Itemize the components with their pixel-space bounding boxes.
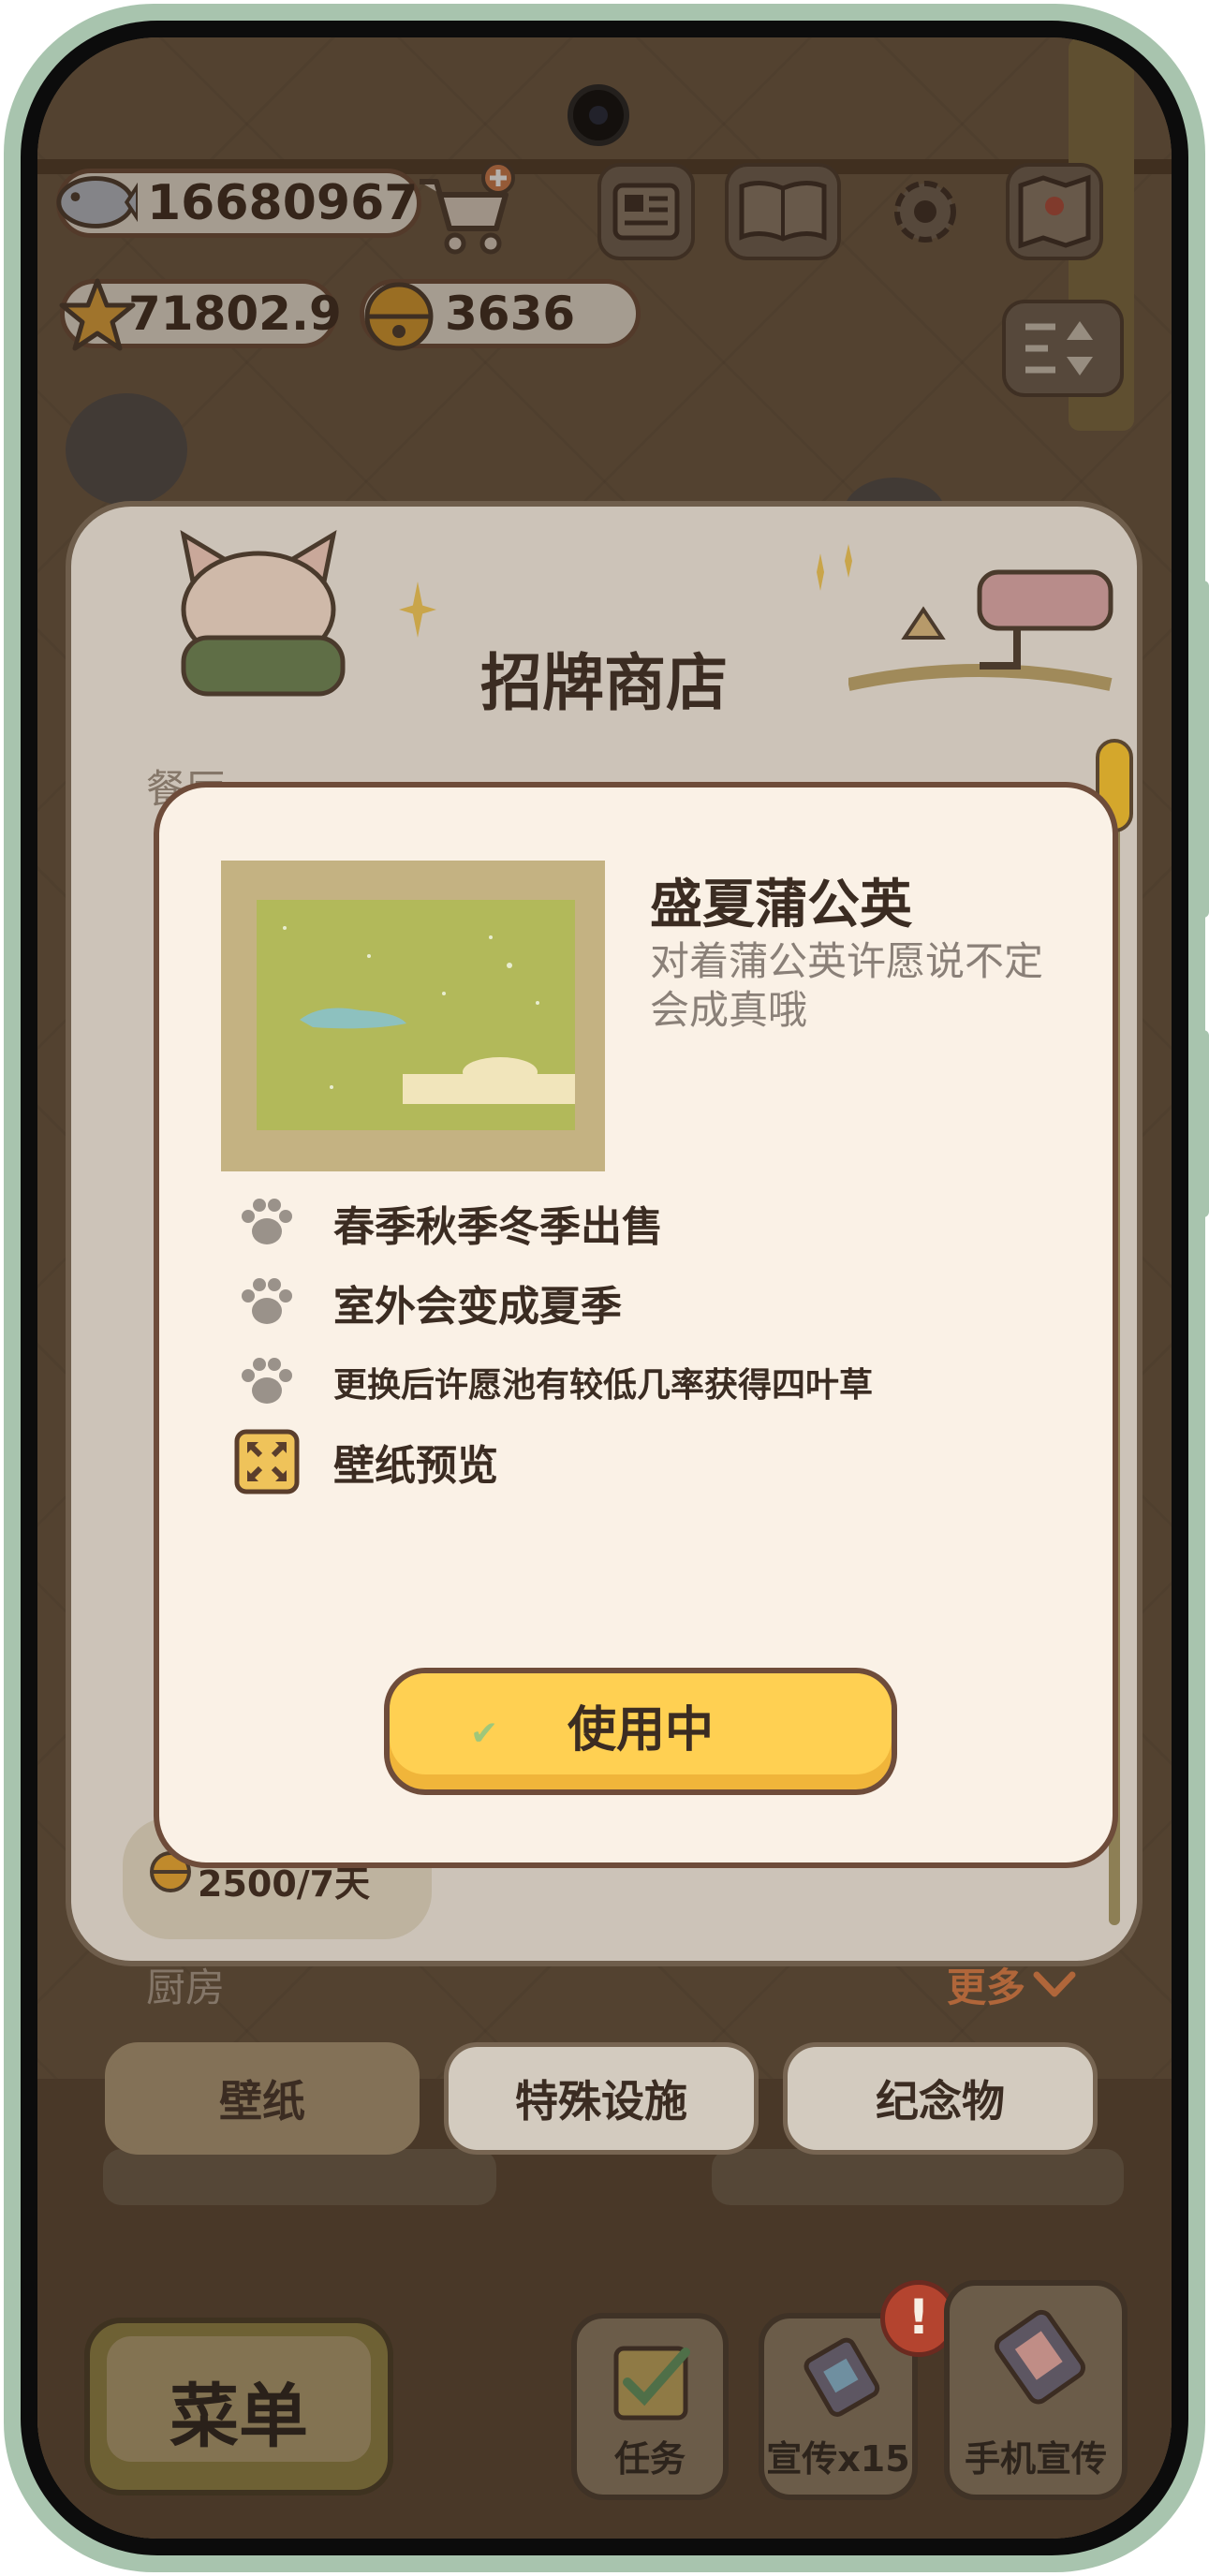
phone-promote-button[interactable]: 手机宣传 bbox=[944, 2280, 1128, 2500]
feature-text: 室外会变成夏季 bbox=[333, 1283, 622, 1331]
tab-label: 特殊设施 bbox=[515, 2076, 687, 2127]
feature-text: 春季秋季冬季出售 bbox=[333, 1203, 663, 1251]
volume-button bbox=[1198, 581, 1209, 918]
wallpaper-preview-link[interactable]: 壁纸预览 bbox=[234, 1429, 498, 1494]
more-link[interactable]: 更多 bbox=[947, 1956, 1078, 2013]
in-use-button[interactable]: ✔ 使用中 bbox=[384, 1668, 897, 1795]
tab-wallpaper[interactable]: 壁纸 bbox=[105, 2042, 420, 2155]
game-screen: 16680967 71802.9 3636 招牌商店 2500/7天 厨房 更多… bbox=[37, 37, 1172, 2539]
flyer-icon bbox=[804, 2337, 880, 2417]
tab-special-facility[interactable]: 特殊设施 bbox=[444, 2042, 759, 2155]
dandelion-field-image bbox=[283, 926, 575, 1104]
feature-text: 更换后许愿池有较低几率获得四叶草 bbox=[333, 1366, 874, 1405]
task-label: 任务 bbox=[613, 2438, 686, 2480]
checklist-icon bbox=[613, 2346, 690, 2421]
sparkle-icon bbox=[399, 581, 436, 638]
tab-label: 纪念物 bbox=[876, 2076, 1005, 2127]
power-button bbox=[1198, 1030, 1209, 1217]
paw-icon bbox=[234, 1349, 300, 1415]
tab-souvenir[interactable]: 纪念物 bbox=[783, 2042, 1098, 2155]
item-detail-dialog: 盛夏蒲公英 对着蒲公英许愿说不定会成真哦 春季秋季冬季出售 室外会变成夏季 更换… bbox=[154, 782, 1118, 1868]
paw-icon bbox=[234, 1270, 300, 1335]
menu-button[interactable]: 菜单 bbox=[84, 2318, 393, 2495]
item-title: 盛夏蒲公英 bbox=[650, 875, 912, 935]
item-description: 对着蒲公英许愿说不定会成真哦 bbox=[650, 938, 1044, 1033]
chevron-down-icon bbox=[1033, 1971, 1076, 1996]
tab-label: 壁纸 bbox=[219, 2076, 305, 2127]
shop-title: 招牌商店 bbox=[480, 647, 728, 719]
phone-flyer-icon bbox=[994, 2309, 1085, 2405]
wallpaper-thumbnail[interactable] bbox=[221, 861, 605, 1171]
promote-label: 宣传x15 bbox=[766, 2438, 910, 2480]
button-label: 使用中 bbox=[567, 1702, 714, 1759]
feature-text: 壁纸预览 bbox=[333, 1442, 498, 1490]
paw-icon bbox=[234, 1190, 300, 1256]
expand-icon bbox=[234, 1429, 300, 1494]
feature-row: 更换后许愿池有较低几率获得四叶草 bbox=[234, 1349, 873, 1415]
feature-row: 室外会变成夏季 bbox=[234, 1270, 622, 1335]
wallpaper-preview-image bbox=[257, 900, 575, 1130]
section-label-kitchen: 厨房 bbox=[146, 1965, 226, 2010]
more-label: 更多 bbox=[947, 1965, 1026, 2010]
menu-label: 菜单 bbox=[170, 2377, 308, 2457]
phone-promote-label: 手机宣传 bbox=[964, 2438, 1107, 2480]
task-button[interactable]: 任务 bbox=[571, 2313, 729, 2500]
feature-row: 春季秋季冬季出售 bbox=[234, 1190, 663, 1256]
